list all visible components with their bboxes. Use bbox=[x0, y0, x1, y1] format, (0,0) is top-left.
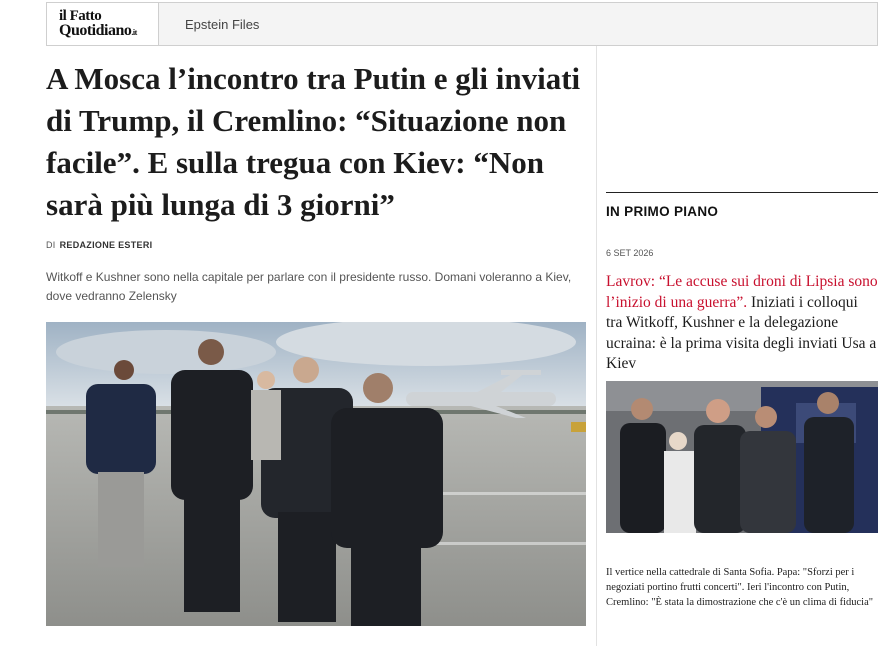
article-summary: Witkoff e Kushner sono nella capitale pe… bbox=[46, 270, 572, 303]
article-main-photo[interactable] bbox=[46, 322, 586, 626]
sidebar-headline[interactable]: Lavrov: “Le accuse sui droni di Lipsia s… bbox=[606, 272, 878, 375]
column-divider bbox=[596, 46, 597, 646]
site-logo[interactable]: il Fatto Quotidiano.it bbox=[47, 3, 159, 45]
sidebar-section-title: IN PRIMO PIANO bbox=[606, 204, 719, 219]
sidebar-top-rule bbox=[606, 192, 878, 193]
article-byline: DI REDAZIONE ESTERI bbox=[46, 240, 152, 250]
logo-line-2: Quotidiano.it bbox=[59, 22, 137, 39]
sidebar-date: 6 SET 2026 bbox=[606, 248, 654, 258]
airport-tarmac-photo bbox=[46, 322, 586, 626]
sidebar-caption: Il vertice nella cattedrale di Santa Sof… bbox=[606, 567, 874, 608]
sidebar-photo[interactable] bbox=[606, 381, 878, 533]
article-headline[interactable]: A Mosca l’incontro tra Putin e gli invia… bbox=[46, 58, 586, 226]
top-navigation-bar: il Fatto Quotidiano.it Epstein Files bbox=[46, 2, 878, 46]
byline-author[interactable]: REDAZIONE ESTERI bbox=[60, 240, 153, 250]
train-meeting-photo bbox=[606, 381, 878, 533]
nav-link-epstein-files[interactable]: Epstein Files bbox=[185, 17, 259, 32]
byline-prefix: DI bbox=[46, 240, 56, 250]
